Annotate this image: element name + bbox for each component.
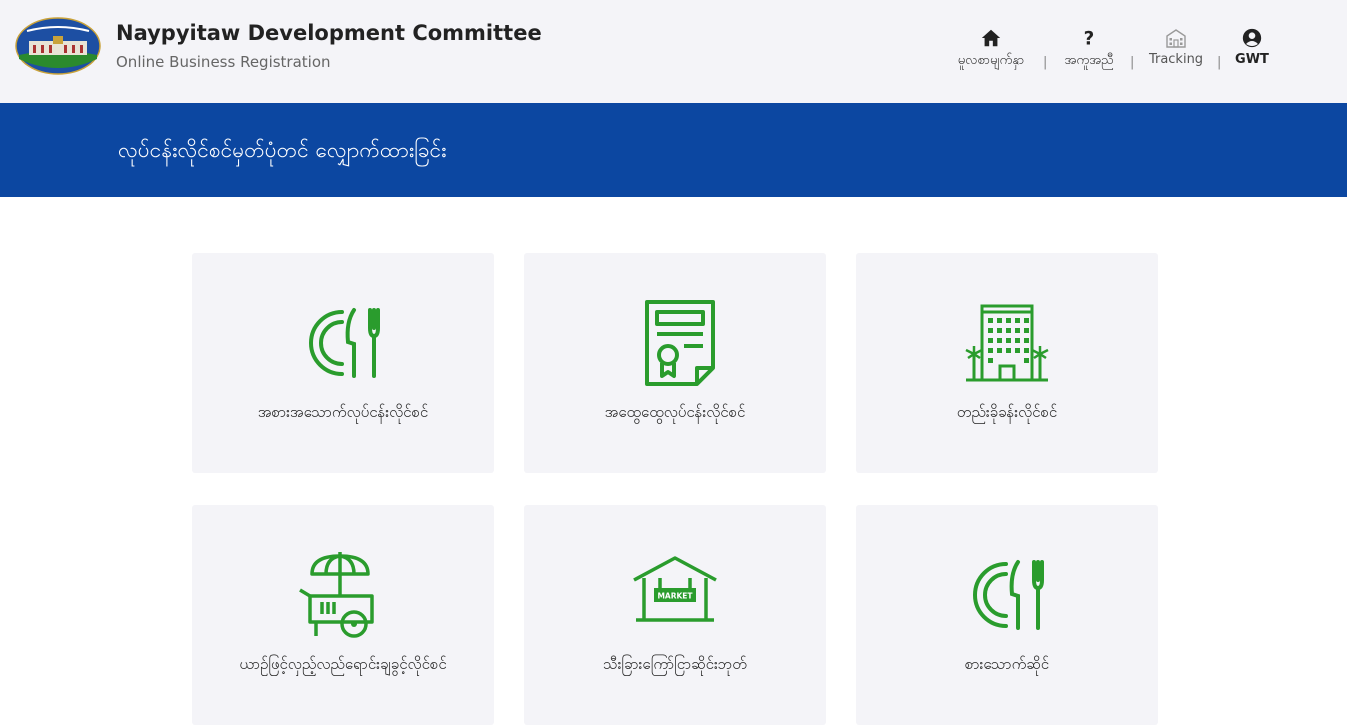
- card-general-license[interactable]: အထွေထွေလုပ်ငန်းလိုင်စင်: [524, 253, 826, 473]
- nav-help-label: အကူအညီ: [1064, 53, 1114, 68]
- ndc-logo[interactable]: [15, 17, 101, 75]
- site-subtitle: Online Business Registration: [116, 53, 331, 71]
- hotel-building-icon: [965, 304, 1049, 382]
- page-banner: လုပ်ငန်းလိုင်စင်မှတ်ပုံတင် လျှောက်ထားခြင…: [0, 103, 1347, 197]
- user-avatar-icon: [1242, 28, 1262, 48]
- dining-plate-icon: [309, 308, 380, 378]
- card-guesthouse-license[interactable]: တည်းခိုခန်းလိုင်စင်: [856, 253, 1158, 473]
- nav-separator: |: [1130, 55, 1135, 70]
- nav-home-label: မူလစာမျက်နှာ: [957, 53, 1025, 68]
- card-label: သီးခြားကြော်ငြာဆိုင်းဘုတ်: [603, 655, 747, 673]
- card-label: အထွေထွေလုပ်ငန်းလိုင်စင်: [604, 403, 746, 421]
- nav-help[interactable]: ? အကူအညီ: [1059, 27, 1119, 71]
- market-stall-icon: MARKET: [633, 556, 717, 622]
- card-restaurant[interactable]: စားသောက်ဆိုင်: [856, 505, 1158, 725]
- nav-home[interactable]: မူလစာမျက်နှာ: [950, 27, 1032, 71]
- nav-separator: |: [1043, 55, 1048, 70]
- card-label: ယာဉ်ဖြင့်လှည့်လည်ရောင်းချခွင့်လိုင်စင်: [239, 655, 447, 673]
- top-header: Naypyitaw Development Committee Online B…: [0, 0, 1347, 103]
- question-icon: ?: [1084, 28, 1095, 49]
- page-title: လုပ်ငန်းလိုင်စင်မှတ်ပုံတင် လျှောက်ထားခြင…: [118, 138, 447, 162]
- dining-plate-icon: [973, 560, 1044, 630]
- svg-text:?: ?: [1084, 28, 1095, 49]
- site-title: Naypyitaw Development Committee: [116, 21, 542, 45]
- certificate-document-icon: [645, 300, 715, 386]
- top-nav: မူလစာမျက်နှာ | ? အကူအညီ | Tracking | GWT: [947, 27, 1347, 77]
- card-signboard-license[interactable]: MARKET သီးခြားကြော်ငြာဆိုင်းဘုတ်: [524, 505, 826, 725]
- card-label: အစားအသောက်လုပ်ငန်းလိုင်စင်: [257, 403, 429, 421]
- card-food-license[interactable]: အစားအသောက်လုပ်ငန်းလိုင်စင်: [192, 253, 494, 473]
- nav-separator: |: [1217, 55, 1222, 70]
- nav-user[interactable]: GWT: [1232, 27, 1272, 67]
- card-label: တည်းခိုခန်းလိုင်စင်: [956, 403, 1058, 421]
- nav-user-label: GWT: [1235, 52, 1269, 67]
- nav-tracking[interactable]: Tracking: [1145, 27, 1207, 67]
- card-label: စားသောက်ဆိုင်: [964, 655, 1050, 673]
- home-icon: [981, 29, 1001, 47]
- food-cart-icon: [299, 552, 374, 638]
- card-mobile-vendor-license[interactable]: ယာဉ်ဖြင့်လှည့်လည်ရောင်းချခွင့်လိုင်စင်: [192, 505, 494, 725]
- market-sign-text: MARKET: [657, 592, 693, 601]
- nav-tracking-label: Tracking: [1148, 52, 1204, 67]
- building-icon: [1166, 29, 1186, 48]
